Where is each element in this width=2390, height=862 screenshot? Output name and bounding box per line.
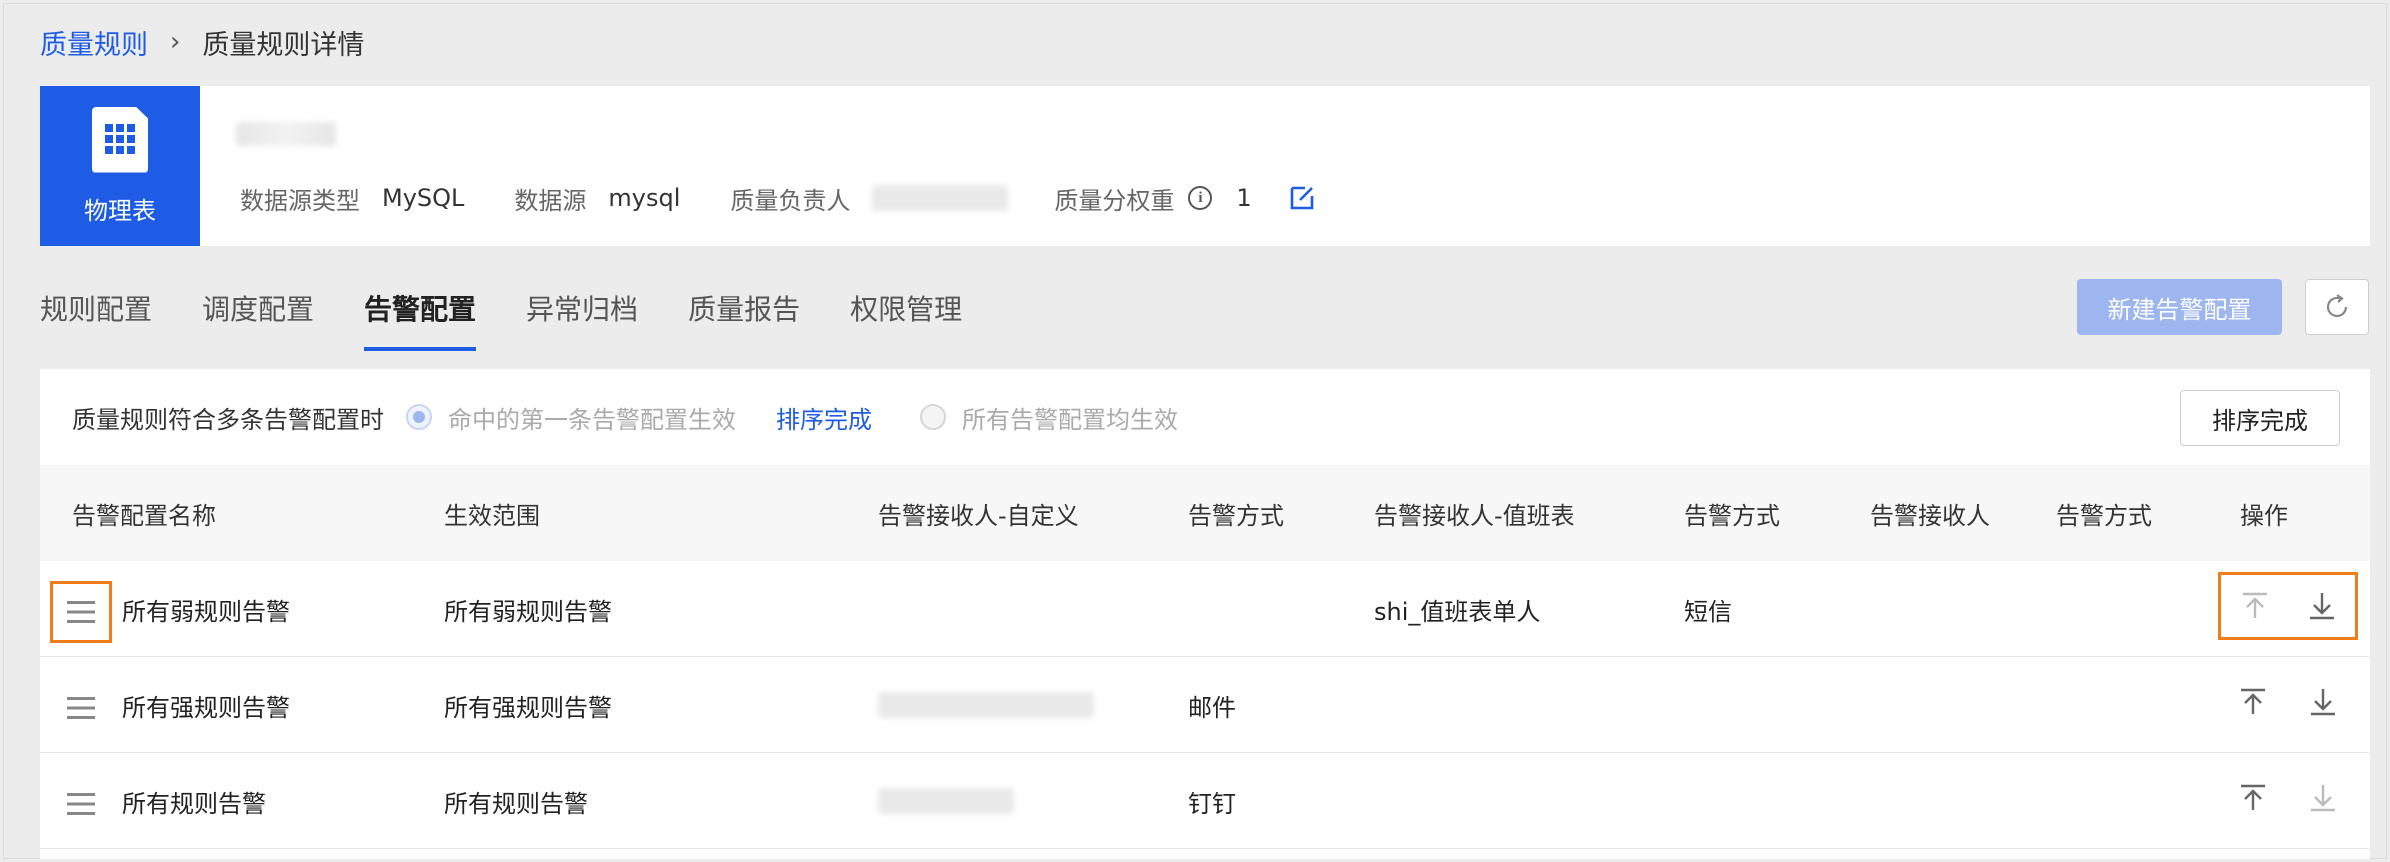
- move-to-top-icon: [2241, 688, 2265, 714]
- cell-method: 邮件: [1188, 693, 1236, 722]
- column-header: 操作: [2240, 501, 2288, 530]
- cell-method: 短信: [1684, 597, 1732, 626]
- refresh-button[interactable]: [2305, 279, 2369, 335]
- tab-permission-management[interactable]: 权限管理: [850, 270, 962, 356]
- tab-rule-config[interactable]: 规则配置: [40, 270, 152, 356]
- source-type-label: 数据源类型: [240, 186, 360, 215]
- alert-config-panel: 质量规则符合多条告警配置时 命中的第一条告警配置生效 排序完成 所有告警配置均生…: [40, 369, 2370, 859]
- move-to-top-button[interactable]: [2235, 780, 2271, 816]
- weight-value: 1: [1236, 184, 1252, 212]
- move-to-top-button[interactable]: [2235, 684, 2271, 720]
- alert-policy-row: 质量规则符合多条告警配置时 命中的第一条告警配置生效 排序完成 所有告警配置均生…: [72, 397, 1218, 437]
- tab-exception-archive[interactable]: 异常归档: [526, 270, 638, 356]
- config-tabs: 规则配置 调度配置 告警配置 异常归档 质量报告 权限管理: [40, 270, 962, 356]
- sort-link[interactable]: 排序完成: [776, 400, 872, 435]
- cell-method: 钉钉: [1188, 789, 1236, 818]
- move-to-top-icon: [2241, 784, 2265, 810]
- drag-handle[interactable]: [50, 581, 112, 643]
- move-to-top-icon: [2242, 592, 2267, 618]
- column-header: 告警方式: [2056, 501, 2152, 530]
- radio-all-effective[interactable]: [920, 404, 946, 430]
- drag-handle-icon: [67, 793, 95, 815]
- move-down-icon: [2309, 593, 2334, 620]
- move-down-button[interactable]: [2305, 684, 2341, 720]
- column-header: 告警配置名称: [72, 501, 216, 530]
- table-header: 告警配置名称 生效范围 告警接收人-自定义 告警方式 告警接收人-值班表 告警方…: [40, 465, 2370, 561]
- drag-handle-icon: [67, 601, 95, 623]
- row-actions: [2218, 764, 2358, 832]
- tab-alert-config[interactable]: 告警配置: [364, 270, 477, 356]
- column-header: 告警方式: [1188, 501, 1284, 530]
- table-file-icon: [92, 106, 148, 173]
- cell-duty-receiver: shi_值班表单人: [1374, 597, 1541, 626]
- table-row: 所有强规则告警 所有强规则告警 邮件: [40, 657, 2370, 753]
- column-header: 告警接收人-值班表: [1374, 501, 1575, 530]
- cell-scope: 所有强规则告警: [444, 693, 612, 722]
- move-down-button[interactable]: [2304, 588, 2340, 624]
- cell-scope: 所有弱规则告警: [444, 597, 612, 626]
- drag-handle[interactable]: [50, 677, 112, 739]
- source-value: mysql: [608, 184, 681, 212]
- drag-handle[interactable]: [50, 773, 112, 835]
- tab-quality-report[interactable]: 质量报告: [688, 270, 800, 356]
- edit-icon[interactable]: [1288, 184, 1316, 212]
- alert-policy-label: 质量规则符合多条告警配置时: [72, 405, 384, 434]
- breadcrumb: 质量规则 › 质量规则详情: [40, 22, 364, 62]
- sort-done-button[interactable]: 排序完成: [2180, 390, 2340, 446]
- drag-handle-icon: [67, 697, 95, 719]
- info-icon[interactable]: i: [1188, 186, 1213, 210]
- chevron-right-icon: ›: [170, 27, 181, 57]
- radio-first-match[interactable]: [406, 404, 432, 430]
- cell-name: 所有弱规则告警: [122, 597, 290, 626]
- table-row: 所有规则告警 所有规则告警 钉钉: [40, 753, 2370, 849]
- radio-all-effective-label: 所有告警配置均生效: [962, 405, 1178, 434]
- breadcrumb-current: 质量规则详情: [202, 29, 365, 61]
- cell-name: 所有强规则告警: [122, 693, 290, 722]
- column-header: 生效范围: [444, 501, 540, 530]
- table-meta-row: 数据源类型 MySQL 数据源 mysql 质量负责人 质量分权重 i 1: [240, 178, 1316, 218]
- row-actions: [2218, 572, 2358, 640]
- row-actions: [2218, 668, 2358, 736]
- move-to-top-button[interactable]: [2237, 588, 2273, 624]
- cell-scope: 所有规则告警: [444, 789, 588, 818]
- table-row: 所有弱规则告警 所有弱规则告警 shi_值班表单人 短信: [40, 561, 2370, 657]
- owner-label: 质量负责人: [730, 186, 851, 215]
- move-down-icon: [2311, 785, 2335, 812]
- tab-schedule-config[interactable]: 调度配置: [202, 270, 314, 356]
- source-type-value: MySQL: [382, 184, 465, 212]
- column-header: 告警方式: [1684, 501, 1780, 530]
- radio-first-match-label: 命中的第一条告警配置生效: [448, 405, 736, 434]
- alert-config-table: 告警配置名称 生效范围 告警接收人-自定义 告警方式 告警接收人-值班表 告警方…: [40, 465, 2370, 849]
- move-down-icon: [2311, 689, 2335, 716]
- source-label: 数据源: [514, 186, 587, 215]
- refresh-icon: [2326, 294, 2348, 318]
- table-info-card: 物理表 数据源类型 MySQL 数据源 mysql 质量负责人 质量分权重 i …: [40, 86, 2370, 246]
- breadcrumb-parent-link[interactable]: 质量规则: [40, 23, 148, 62]
- cell-custom-receiver-redacted: [878, 753, 1014, 849]
- weight-label: 质量分权重: [1054, 186, 1175, 215]
- column-header: 告警接收人: [1870, 501, 1990, 530]
- cell-custom-receiver-redacted: [878, 657, 1094, 753]
- move-down-button[interactable]: [2305, 780, 2341, 816]
- column-header: 告警接收人-自定义: [878, 501, 1079, 530]
- owner-value-redacted: [872, 185, 1009, 211]
- table-type-badge: 物理表: [40, 86, 200, 246]
- new-alert-config-button[interactable]: 新建告警配置: [2077, 279, 2282, 335]
- table-type-label: 物理表: [84, 196, 156, 225]
- cell-name: 所有规则告警: [122, 789, 266, 818]
- table-name-redacted: [236, 122, 336, 146]
